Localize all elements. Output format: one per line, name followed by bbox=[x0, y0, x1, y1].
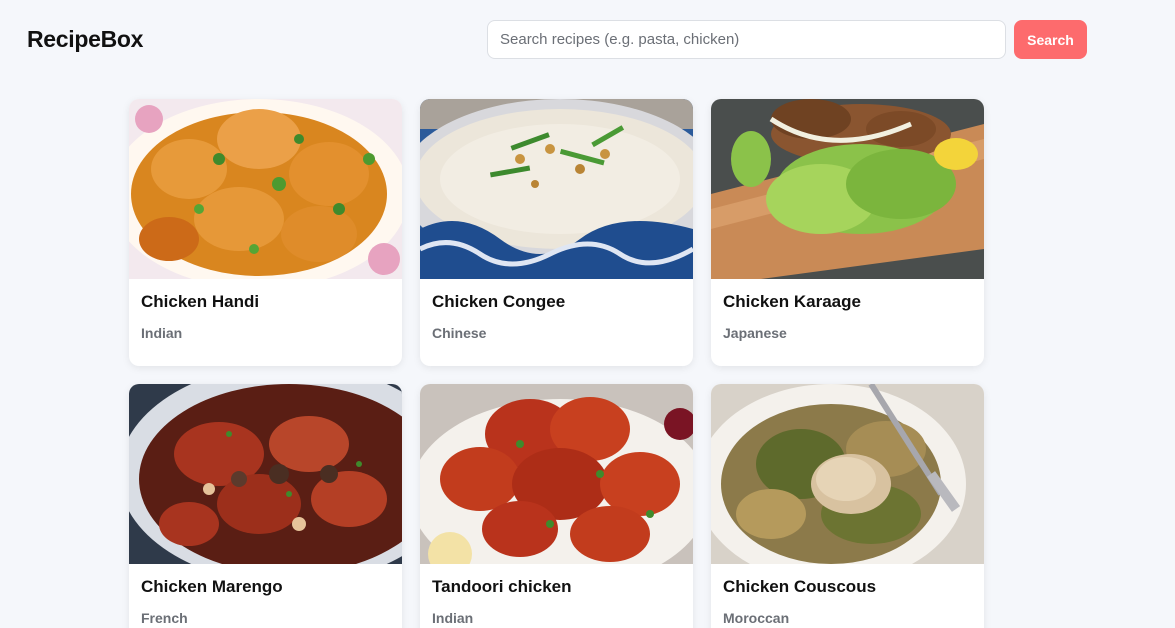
recipe-cuisine: French bbox=[141, 610, 188, 626]
search-input[interactable] bbox=[487, 20, 1006, 59]
recipe-image[interactable] bbox=[420, 99, 693, 279]
search-button[interactable]: Search bbox=[1014, 20, 1087, 59]
recipe-cuisine: Indian bbox=[141, 325, 183, 341]
recipe-image[interactable] bbox=[420, 384, 693, 564]
recipe-title[interactable]: Chicken Karaage bbox=[711, 279, 984, 319]
app-logo[interactable]: RecipeBox bbox=[27, 26, 143, 53]
recipe-card[interactable]: Tandoori chicken Indian bbox=[420, 384, 693, 628]
recipe-title[interactable]: Chicken Congee bbox=[420, 279, 693, 319]
recipe-card[interactable]: Chicken Congee Chinese bbox=[420, 99, 693, 366]
recipe-card[interactable]: Chicken Couscous Moroccan bbox=[711, 384, 984, 628]
recipe-card[interactable]: Chicken Handi Indian bbox=[129, 99, 402, 366]
recipe-grid: Chicken Handi Indian Chicken Congee Chin… bbox=[129, 99, 984, 628]
app-header: RecipeBox Search bbox=[0, 0, 1175, 80]
recipe-title[interactable]: Tandoori chicken bbox=[420, 564, 693, 604]
recipe-cuisine: Japanese bbox=[723, 325, 787, 341]
recipe-image[interactable] bbox=[129, 99, 402, 279]
recipe-card[interactable]: Chicken Karaage Japanese bbox=[711, 99, 984, 366]
recipe-cuisine: Moroccan bbox=[723, 610, 790, 626]
recipe-cuisine: Chinese bbox=[432, 325, 487, 341]
recipe-title[interactable]: Chicken Marengo bbox=[129, 564, 402, 604]
recipe-image[interactable] bbox=[129, 384, 402, 564]
recipe-title[interactable]: Chicken Couscous bbox=[711, 564, 984, 604]
recipe-card[interactable]: Chicken Marengo French bbox=[129, 384, 402, 628]
recipe-cuisine: Indian bbox=[432, 610, 474, 626]
recipe-image[interactable] bbox=[711, 99, 984, 279]
recipe-image[interactable] bbox=[711, 384, 984, 564]
recipe-title[interactable]: Chicken Handi bbox=[129, 279, 402, 319]
